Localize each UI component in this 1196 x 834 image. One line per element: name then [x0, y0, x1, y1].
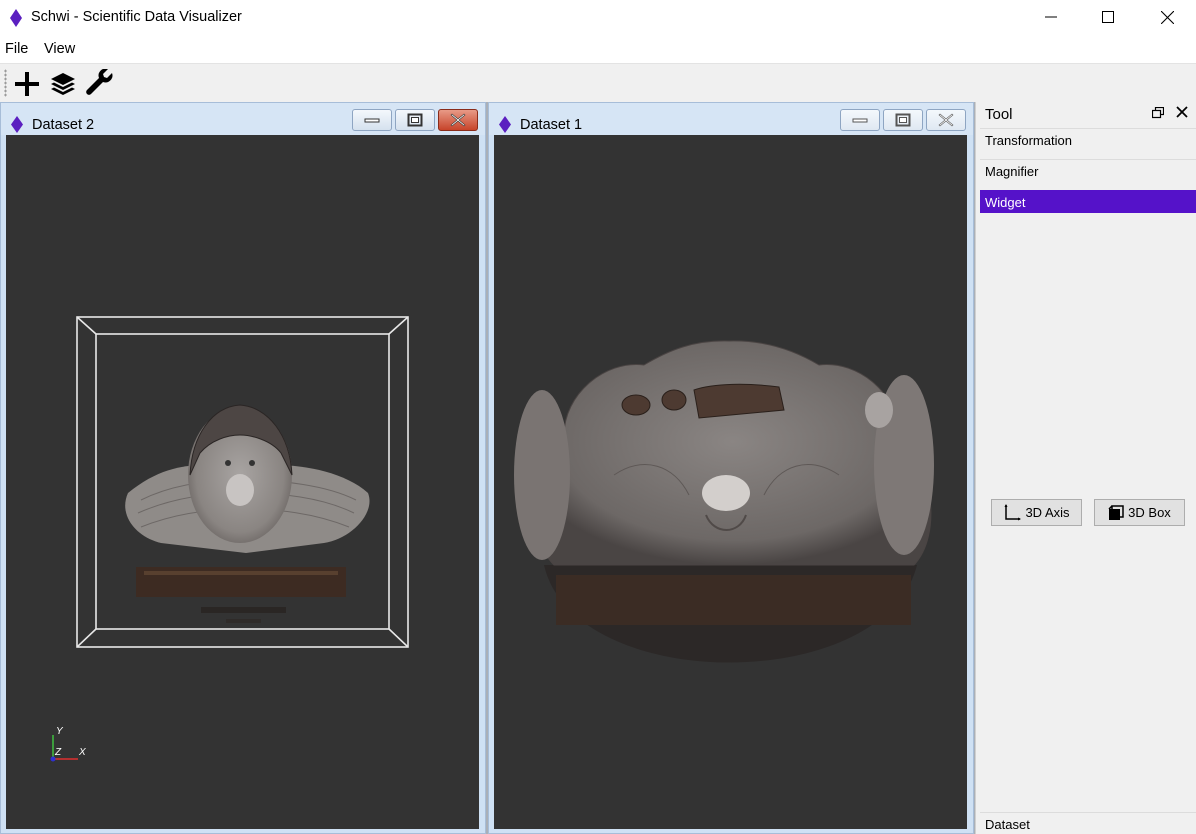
subwindow-title: Dataset 1	[520, 117, 583, 133]
toolbar	[0, 63, 1196, 102]
dataset-diamond-icon	[499, 116, 511, 133]
torso-cross-section	[533, 340, 932, 566]
settings-wrench-button[interactable]	[83, 67, 117, 101]
close-icon	[1160, 10, 1174, 24]
volume-render-torso	[514, 340, 934, 663]
tool-item-widget[interactable]: Widget	[980, 190, 1196, 213]
subwindow-close-button[interactable]	[926, 109, 966, 131]
toolbar-grip[interactable]	[4, 69, 7, 97]
maximize-icon	[895, 113, 911, 127]
tool-item-transformation[interactable]: Transformation	[980, 128, 1196, 152]
3d-axis-button[interactable]: 3D Axis	[991, 499, 1082, 526]
layers-button[interactable]	[46, 67, 80, 101]
tool-item-magnifier[interactable]: Magnifier	[980, 159, 1196, 183]
subwindow-close-button[interactable]	[438, 109, 478, 131]
subwindow-title: Dataset 2	[32, 117, 95, 133]
wrench-icon	[86, 69, 113, 95]
dataset-diamond-icon	[11, 116, 23, 133]
close-icon	[938, 113, 954, 127]
left-arm	[514, 390, 570, 560]
add-dataset-button[interactable]	[10, 67, 44, 101]
window-title: Schwi - Scientific Data Visualizer	[31, 9, 242, 25]
subwindow-dataset-1: Dataset 1	[488, 102, 974, 834]
menu-bar: File View	[0, 36, 1196, 63]
render-viewport[interactable]: Y Z X	[6, 135, 479, 829]
tool-dock-panel: Tool Transformation Magnifier Widget 3D …	[975, 102, 1196, 834]
render-viewport[interactable]	[494, 135, 967, 829]
float-dock-icon[interactable]	[1152, 107, 1164, 119]
axis-icon	[1004, 503, 1022, 520]
tool-panel-title: Tool	[985, 106, 1013, 123]
subwindow-minimize-button[interactable]	[352, 109, 392, 131]
plus-icon	[15, 72, 39, 96]
layers-icon	[51, 73, 75, 95]
menu-view[interactable]: View	[44, 41, 75, 57]
subwindow-dataset-2: Dataset 2 Y Z X	[0, 102, 486, 834]
vertebra	[702, 475, 750, 511]
close-icon	[450, 113, 466, 127]
close-button[interactable]	[1138, 0, 1196, 34]
axis-x-label: X	[78, 747, 86, 758]
minimize-icon	[364, 118, 380, 123]
menu-file[interactable]: File	[5, 41, 28, 57]
maximize-icon	[1102, 11, 1114, 23]
axis-y-label: Y	[56, 726, 64, 737]
subwindow-maximize-button[interactable]	[883, 109, 923, 131]
window-title-bar: Schwi - Scientific Data Visualizer	[0, 0, 1196, 36]
minimize-button[interactable]	[1022, 0, 1080, 34]
table-slab	[556, 575, 911, 625]
maximize-icon	[407, 113, 423, 127]
app-diamond-icon	[10, 9, 22, 27]
volume-render-head: Y Z X	[50, 316, 409, 762]
box-icon	[1108, 504, 1124, 520]
tool-panel-header: Tool	[976, 102, 1196, 128]
subwindow-title-bar[interactable]: Dataset 2	[1, 103, 485, 135]
dataset-dock-tab[interactable]: Dataset	[980, 812, 1196, 834]
3d-box-button[interactable]: 3D Box	[1094, 499, 1185, 526]
3d-axis-label: 3D Axis	[1025, 505, 1070, 520]
minimize-icon	[852, 118, 868, 123]
minimize-icon	[1045, 16, 1057, 18]
axis-z-label: Z	[54, 747, 62, 758]
subwindow-maximize-button[interactable]	[395, 109, 435, 131]
subwindow-minimize-button[interactable]	[840, 109, 880, 131]
mdi-area: Dataset 2 Y Z X Dataset 1	[0, 102, 975, 834]
close-dock-icon[interactable]	[1176, 106, 1188, 118]
maximize-button[interactable]	[1079, 0, 1137, 34]
3d-box-label: 3D Box	[1128, 505, 1171, 520]
subwindow-title-bar[interactable]: Dataset 1	[489, 103, 973, 135]
